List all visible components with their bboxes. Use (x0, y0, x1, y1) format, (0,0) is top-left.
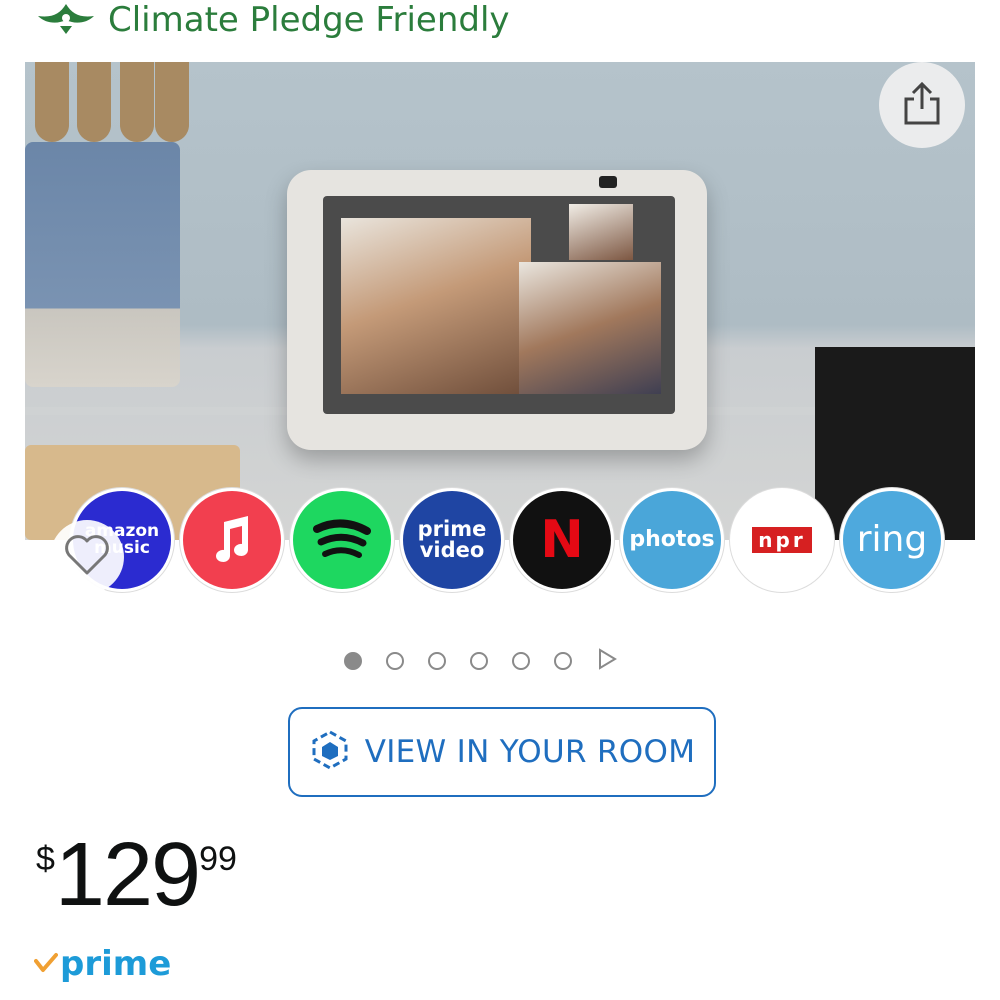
wishlist-button[interactable] (50, 520, 124, 594)
carousel-dot[interactable] (470, 652, 488, 670)
wooden-spoon (35, 62, 69, 142)
device-camera (599, 176, 617, 188)
wooden-spoon (155, 62, 189, 142)
share-icon (901, 81, 943, 130)
prime-video-icon: prime video (400, 488, 504, 592)
prime-badge: prime (34, 944, 171, 984)
climate-pledge-label: Climate Pledge Friendly (108, 0, 510, 40)
photos-icon: photos (620, 488, 724, 592)
app-icons-row: amazon music prime video N photos npr ri… (70, 488, 950, 592)
climate-pledge-icon (34, 0, 98, 41)
video-call-small (569, 204, 633, 260)
product-price: $ 129 99 (36, 830, 237, 920)
carousel-dot[interactable] (512, 652, 530, 670)
device-screen (323, 196, 675, 414)
play-video-icon[interactable] (596, 647, 618, 675)
ring-icon: ring (840, 488, 944, 592)
price-currency-symbol: $ (36, 840, 55, 878)
share-button[interactable] (879, 62, 965, 148)
carousel-indicator (344, 647, 618, 675)
prime-label: prime (60, 944, 172, 984)
carousel-dot[interactable] (554, 652, 572, 670)
netflix-icon: N (510, 488, 614, 592)
echo-show-device (287, 170, 707, 450)
climate-pledge-badge[interactable]: Climate Pledge Friendly (34, 0, 510, 40)
utensil-pot (25, 142, 180, 387)
wooden-spoon (120, 62, 154, 142)
carousel-dot[interactable] (428, 652, 446, 670)
view-in-your-room-button[interactable]: VIEW IN YOUR ROOM (288, 707, 716, 797)
apple-music-icon (180, 488, 284, 592)
price-whole: 129 (54, 825, 201, 925)
video-call-main (341, 218, 531, 394)
npr-icon: npr (730, 488, 834, 592)
carousel-dot[interactable] (386, 652, 404, 670)
heart-icon (63, 533, 111, 582)
view-in-your-room-label: VIEW IN YOUR ROOM (364, 734, 696, 770)
product-image[interactable] (25, 62, 975, 540)
spotify-icon (290, 488, 394, 592)
ar-cube-icon (309, 728, 351, 777)
price-fraction: 99 (199, 840, 237, 878)
wooden-spoon (77, 62, 111, 142)
prime-check-icon (34, 951, 58, 978)
carousel-dot[interactable] (344, 652, 362, 670)
video-call-side (519, 262, 661, 394)
